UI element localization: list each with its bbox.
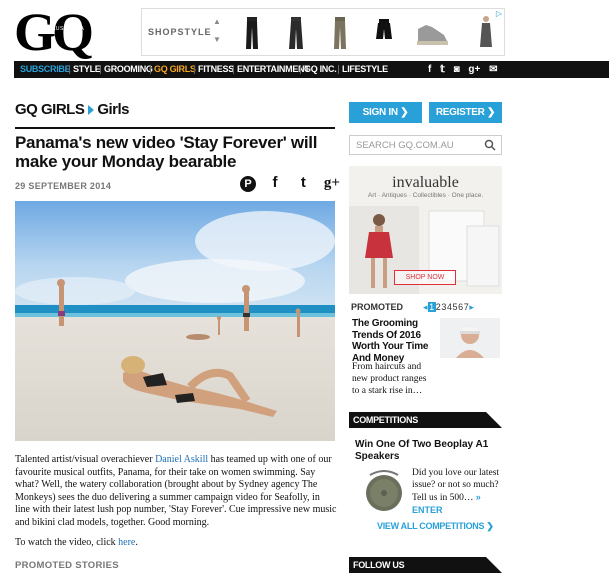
body-text: To watch the video, click [15, 537, 119, 548]
logo-text: GQ [14, 2, 94, 62]
instagram-icon[interactable]: ◙ [454, 64, 460, 75]
article-date: 29 SEPTEMBER 2014 [15, 181, 112, 191]
nav-item-grooming[interactable]: GROOMING [104, 61, 153, 78]
promoted-title-link[interactable]: The Grooming Trends Of 2016 Worth Your T… [352, 318, 444, 364]
twitter-icon[interactable]: 𝕥 [440, 64, 445, 75]
ad-product-dress-image[interactable] [472, 15, 500, 51]
pinterest-icon[interactable]: P [240, 176, 256, 192]
nav-divider [194, 65, 195, 74]
pager-pages[interactable]: 234567 [436, 302, 470, 312]
video-link[interactable]: here [118, 537, 135, 548]
main-navigation: SUBSCRIBE STYLE GROOMING GQ GIRLS FITNES… [14, 61, 609, 78]
promoted-pager: ◂1234567▸ [423, 302, 475, 313]
competition-excerpt: Did you love our latest issue? or not so… [412, 468, 500, 503]
breadcrumb-sub[interactable]: Girls [97, 101, 129, 118]
shopstyle-ad-banner[interactable]: SHOPSTYLE ▲ ▼ ▷ [141, 8, 505, 56]
ad-choices-icon[interactable]: ▷ [496, 9, 502, 18]
nav-social-icons: f 𝕥 ◙ g+ ✉ [428, 61, 498, 78]
ad-brand: SHOPSTYLE [148, 27, 212, 37]
google-plus-icon[interactable]: g+ [468, 64, 480, 75]
section-rule [15, 127, 335, 129]
nav-item-entertainment[interactable]: ENTERTAINMENT [237, 61, 310, 78]
body-text: Talented artist/visual overachiever [15, 454, 156, 465]
logo-subtitle: AUSTRALIA [52, 26, 85, 32]
search-input[interactable]: SEARCH GQ.COM.AU [356, 140, 454, 151]
promoted-stories-heading: PROMOTED STORIES [15, 560, 119, 571]
ad-product-pants-2-image[interactable] [282, 15, 310, 51]
ad-product-sneaker-image[interactable] [414, 15, 450, 51]
ad-down-arrow-icon[interactable]: ▼ [210, 31, 224, 49]
beoplay-speaker-image[interactable] [360, 465, 408, 513]
nav-divider [233, 65, 234, 74]
article-hero-image[interactable] [15, 201, 335, 441]
breadcrumb: GQ GIRLS Girls [15, 101, 130, 118]
shop-now-button[interactable]: SHOP NOW [394, 270, 456, 285]
article-body: Talented artist/visual overachiever Dani… [15, 454, 337, 558]
article-paragraph: To watch the video, click here. [15, 537, 337, 550]
nav-divider [69, 65, 70, 74]
article-paragraph: Talented artist/visual overachiever Dani… [15, 454, 337, 529]
invaluable-ad[interactable]: invaluable Art · Antiques · Collectibles… [349, 166, 502, 294]
gq-logo[interactable]: GQ AUSTRALIA [14, 2, 124, 62]
promoted-excerpt: From haircuts and new product ranges to … [352, 362, 427, 396]
facebook-share-icon[interactable]: f [265, 173, 284, 193]
invaluable-logo: invaluable [392, 174, 459, 191]
nav-divider [100, 65, 101, 74]
sign-in-button[interactable]: SIGN IN ❯ [349, 102, 422, 123]
google-plus-share-icon[interactable]: g+ [322, 173, 341, 193]
search-box[interactable]: SEARCH GQ.COM.AU [349, 135, 502, 155]
follow-us-header: FOLLOW US [349, 557, 502, 573]
nav-divider [338, 65, 339, 74]
body-text: . [135, 537, 138, 548]
pager-next-icon[interactable]: ▸ [469, 302, 474, 312]
daniel-askill-link[interactable]: Daniel Askill [155, 454, 208, 465]
article-headline: Panama's new video 'Stay Forever' will m… [15, 133, 318, 171]
register-button[interactable]: REGISTER ❯ [429, 102, 502, 123]
competitions-header: COMPETITIONS [349, 412, 502, 428]
email-icon[interactable]: ✉ [489, 64, 497, 75]
breadcrumb-arrow-icon [88, 104, 95, 115]
view-all-competitions-link[interactable]: VIEW ALL COMPETITIONS ❯ [377, 521, 494, 532]
nav-item-gq-inc[interactable]: GQ INC. [304, 61, 337, 78]
ad-product-pants-image[interactable] [238, 15, 266, 51]
share-buttons: P f t g+ [240, 173, 346, 193]
nav-item-style[interactable]: STYLE [73, 61, 101, 78]
nav-divider [150, 65, 151, 74]
competition-text: Did you love our latest issue? or not so… [412, 467, 504, 517]
nav-item-subscribe[interactable]: SUBSCRIBE [20, 61, 71, 78]
body-text: has teamed up with one of our favourite … [15, 454, 337, 528]
invaluable-tagline: Art · Antiques · Collectibles · One plac… [367, 192, 484, 199]
ad-product-shorts-image[interactable] [370, 15, 398, 51]
competition-title-link[interactable]: Win One Of Two Beoplay A1 Speakers [355, 439, 501, 462]
promoted-heading: PROMOTED [351, 302, 404, 312]
breadcrumb-section[interactable]: GQ GIRLS [15, 101, 85, 118]
promoted-thumbnail-image[interactable] [440, 318, 500, 358]
ad-scroll-arrows[interactable]: ▲ ▼ [210, 13, 224, 53]
ad-up-arrow-icon[interactable]: ▲ [210, 13, 224, 31]
nav-item-fitness[interactable]: FITNESS [198, 61, 234, 78]
nav-item-lifestyle[interactable]: LIFESTYLE [342, 61, 388, 78]
twitter-share-icon[interactable]: t [294, 173, 313, 193]
search-icon[interactable] [484, 139, 496, 151]
nav-item-gq-girls[interactable]: GQ GIRLS [154, 61, 196, 78]
nav-divider [300, 65, 301, 74]
ad-product-chinos-image[interactable] [326, 15, 354, 51]
pager-current-page[interactable]: 1 [428, 302, 436, 312]
facebook-icon[interactable]: f [428, 64, 431, 75]
